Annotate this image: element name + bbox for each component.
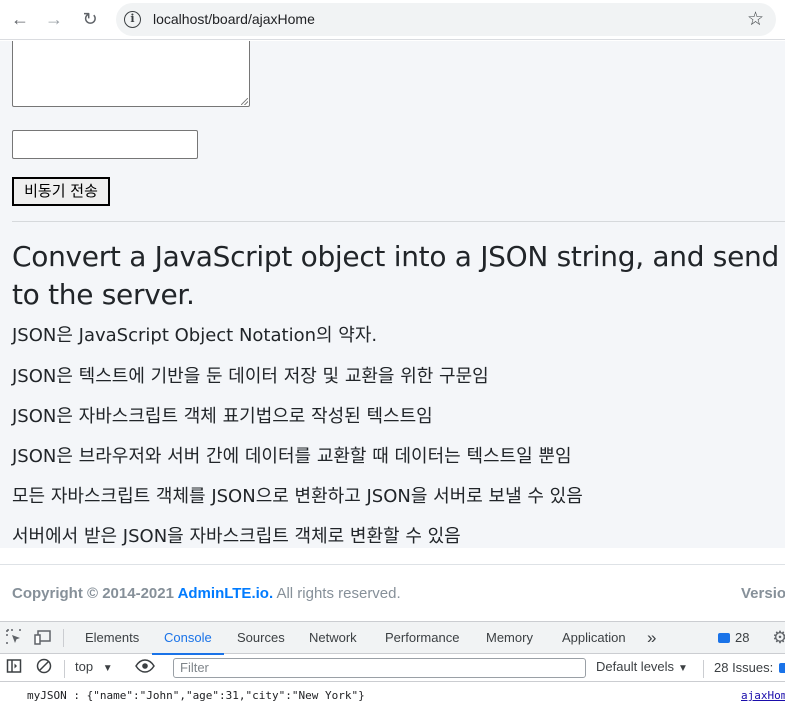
toolbar-separator — [64, 660, 65, 678]
tab-network[interactable]: Network — [309, 622, 357, 654]
console-message: myJSON : {"name":"John","age":31,"city":… — [27, 689, 365, 702]
tab-memory[interactable]: Memory — [486, 622, 533, 654]
tab-sources[interactable]: Sources — [237, 622, 285, 654]
message-icon — [779, 663, 785, 673]
levels-label: Default levels — [596, 659, 675, 674]
context-select[interactable]: top ▼ — [75, 659, 113, 674]
context-value: top — [75, 659, 94, 674]
issues-label: 28 Issues: — [714, 660, 774, 675]
reload-icon[interactable]: ↻ — [78, 8, 102, 32]
console-source-link[interactable]: ajaxHome — [741, 689, 785, 702]
address-bar[interactable]: i localhost/board/ajaxHome ☆ — [116, 3, 776, 36]
info-line: JSON은 자바스크립트 객체 표기법으로 작성된 텍스트임 — [12, 406, 433, 427]
tab-console[interactable]: Console — [152, 622, 224, 655]
footer-divider — [0, 564, 785, 565]
divider — [12, 221, 785, 222]
version-label: Version — [741, 585, 785, 602]
page-footer: Copyright © 2014-2021 AdminLTE.io. All r… — [0, 548, 785, 621]
info-line: 서버에서 받은 JSON을 자바스크립트 객체로 변환할 수 있음 — [12, 526, 461, 547]
rights-text: All rights reserved. — [273, 585, 401, 602]
inspect-element-icon[interactable] — [4, 628, 24, 648]
log-levels-select[interactable]: Default levels ▼ — [596, 659, 688, 674]
clear-console-icon[interactable] — [34, 658, 54, 678]
chevron-down-icon: ▼ — [102, 663, 113, 674]
copyright-text: Copyright © 2014-2021 AdminLTE.io. All r… — [12, 585, 401, 602]
page-content: 비동기 전송 Convert a JavaScript object into … — [0, 41, 785, 548]
info-line: JSON은 텍스트에 기반을 둔 데이터 저장 및 교환을 위한 구문임 — [12, 366, 489, 387]
address-url[interactable]: localhost/board/ajaxHome — [153, 11, 315, 27]
info-line: JSON은 브라우저와 서버 간에 데이터를 교환할 때 데이터는 텍스트일 뿐… — [12, 446, 572, 467]
bookmark-star-icon[interactable]: ☆ — [747, 8, 764, 31]
brand-link[interactable]: AdminLTE.io. — [178, 585, 274, 602]
console-filter-input[interactable]: Filter — [173, 658, 586, 678]
device-toolbar-icon[interactable] — [34, 628, 54, 648]
browser-toolbar: ← → ↻ i localhost/board/ajaxHome ☆ — [0, 0, 785, 40]
issues-count: 28 — [735, 630, 750, 645]
tab-elements[interactable]: Elements — [85, 622, 139, 654]
devtools-panel: Elements Console Sources Network Perform… — [0, 621, 785, 712]
sidebar-toggle-icon[interactable] — [4, 658, 24, 678]
info-line: 모든 자바스크립트 객체를 JSON으로 변환하고 JSON을 서버로 보낼 수… — [12, 486, 583, 507]
page-heading: Convert a JavaScript object into a JSON … — [12, 240, 785, 311]
settings-gear-icon[interactable]: ⚙ — [770, 628, 785, 648]
text-input[interactable] — [12, 130, 198, 159]
async-submit-button[interactable]: 비동기 전송 — [12, 177, 110, 206]
forward-arrow-icon[interactable]: → — [42, 8, 66, 32]
more-tabs-icon[interactable]: » — [647, 622, 656, 654]
tab-application[interactable]: Application — [562, 622, 626, 654]
info-line: JSON은 JavaScript Object Notation의 약자. — [12, 325, 378, 346]
message-textarea[interactable] — [12, 41, 250, 107]
toolbar-separator — [703, 660, 704, 678]
back-arrow-icon[interactable]: ← — [8, 8, 32, 32]
console-log-entry: myJSON : {"name":"John","age":31,"city":… — [0, 683, 785, 712]
issues-counter[interactable]: 28 — [718, 630, 749, 645]
tab-performance[interactable]: Performance — [385, 622, 459, 654]
toolbar-separator — [63, 629, 64, 647]
copyright-prefix: Copyright © 2014-2021 — [12, 585, 178, 602]
issues-link[interactable]: 28 Issues: — [714, 660, 785, 675]
console-toolbar: top ▼ Filter Default levels ▼ 28 Issues: — [0, 655, 785, 682]
site-info-icon[interactable]: i — [124, 11, 141, 28]
chevron-down-icon: ▼ — [678, 663, 688, 674]
live-expression-eye-icon[interactable] — [135, 658, 155, 678]
message-icon — [718, 633, 730, 643]
devtools-tab-bar: Elements Console Sources Network Perform… — [0, 622, 785, 655]
